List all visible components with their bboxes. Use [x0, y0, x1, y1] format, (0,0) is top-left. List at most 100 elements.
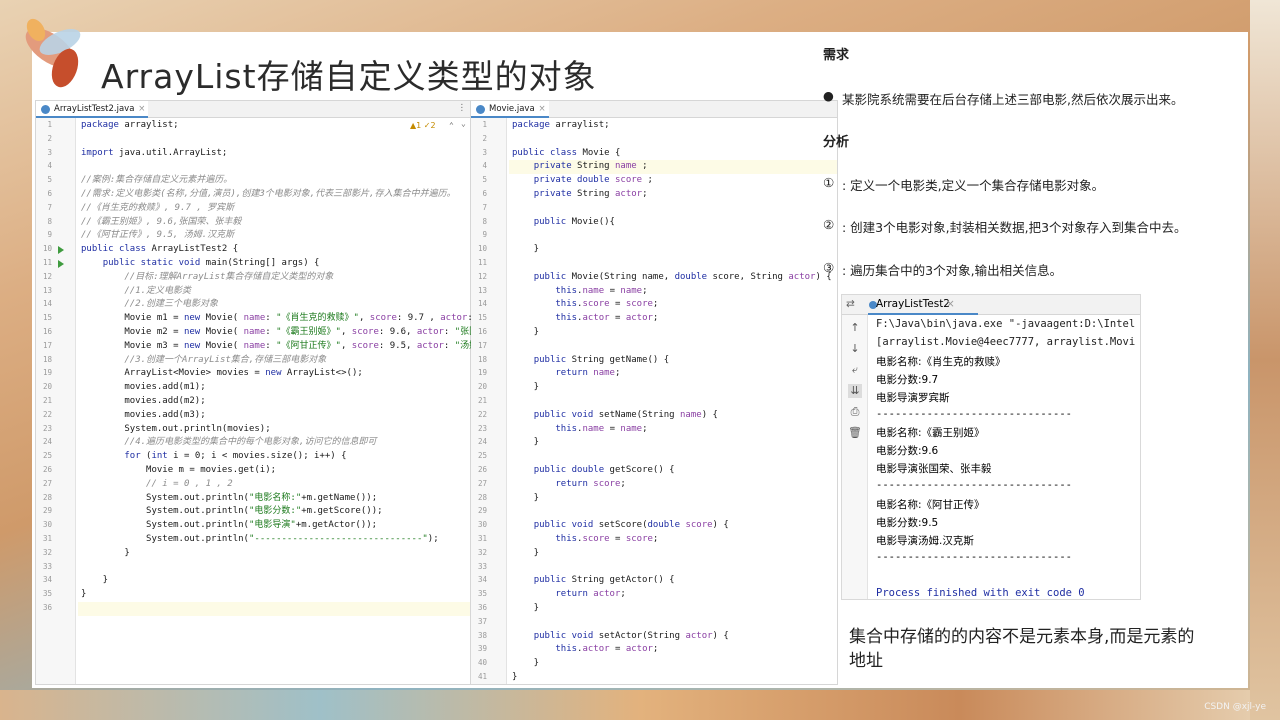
code-line[interactable]: this.score = score; — [512, 298, 658, 312]
line-number: 11 — [42, 258, 52, 267]
code-line[interactable]: package arraylist; — [81, 119, 179, 133]
run-gutter-icon[interactable] — [58, 260, 64, 268]
code-line[interactable]: //《霸王别姬》, 9.6,张国荣、张丰毅 — [81, 216, 241, 230]
code-line[interactable]: public class ArrayListTest2 { — [81, 243, 238, 257]
code-line[interactable]: movies.add(m3); — [81, 409, 205, 423]
code-line[interactable]: } — [512, 381, 539, 395]
code-line[interactable]: //4.遍历电影类型的集合中的每个电影对象,访问它的信息即可 — [81, 436, 376, 450]
code-line[interactable]: return actor; — [512, 588, 625, 602]
line-number: 31 — [477, 534, 487, 543]
chevron-up-icon[interactable]: ⌃ — [449, 121, 454, 130]
code-line[interactable]: movies.add(m2); — [81, 395, 205, 409]
code-line[interactable]: //《肖生克的救赎》, 9.7 , 罗宾斯 — [81, 202, 234, 216]
code-line[interactable]: //需求:定义电影类(名称,分值,演员),创建3个电影对象,代表三部影片,存入集… — [81, 188, 456, 202]
code-line[interactable]: } — [512, 326, 539, 340]
code-line[interactable]: ArrayList<Movie> movies = new ArrayList<… — [81, 367, 362, 381]
code-line[interactable]: } — [512, 243, 539, 257]
line-number: 21 — [477, 396, 487, 405]
code-line[interactable]: private String name ; — [512, 160, 648, 174]
code-line[interactable]: package arraylist; — [512, 119, 610, 133]
step-1-text: : 定义一个电影类,定义一个集合存储电影对象。 — [842, 178, 1105, 193]
code-line[interactable]: } — [81, 574, 108, 588]
code-line[interactable]: // i = 0 , 1 , 2 — [81, 478, 233, 492]
line-number: 12 — [42, 271, 52, 281]
code-line[interactable]: } — [512, 436, 539, 450]
arrow-down-icon[interactable]: ↓ — [848, 342, 862, 356]
trash-icon[interactable]: 🗑 — [848, 426, 862, 440]
scroll-to-end-icon[interactable]: ⇊ — [848, 384, 862, 398]
code-line[interactable]: System.out.println("--------------------… — [81, 533, 439, 547]
line-number: 28 — [477, 492, 487, 502]
inspection-warnings[interactable]: ▲1 ✓2 — [410, 121, 436, 130]
console-line: 电影名称:《肖生克的救赎》 — [876, 355, 1006, 368]
line-number: 22 — [477, 409, 487, 419]
console-tab-label[interactable]: ArrayListTest2 — [876, 298, 950, 310]
code-line[interactable]: System.out.println("电影名称:"+m.getName()); — [81, 492, 377, 506]
code-line[interactable]: import java.util.ArrayList; — [81, 147, 227, 161]
close-tab-icon[interactable]: × — [539, 101, 546, 117]
code-line[interactable]: this.name = name; — [512, 285, 647, 299]
code-line[interactable]: //目标:理解ArrayList集合存储自定义类型的对象 — [81, 271, 333, 285]
code-line[interactable]: //案例:集合存储自定义元素并遍历。 — [81, 174, 232, 188]
code-line[interactable]: this.name = name; — [512, 423, 647, 437]
code-line[interactable]: public void setScore(double score) { — [512, 519, 729, 533]
code-line[interactable]: } — [512, 547, 539, 561]
code-line[interactable]: this.actor = actor; — [512, 643, 658, 657]
code-line[interactable]: } — [512, 602, 539, 616]
code-line[interactable]: public void setActor(String actor) { — [512, 630, 729, 644]
code-line[interactable]: //3.创建一个ArrayList集合,存储三部电影对象 — [81, 354, 326, 368]
code-line[interactable]: this.score = score; — [512, 533, 658, 547]
soft-wrap-icon[interactable]: ⤶ — [848, 363, 862, 377]
code-line[interactable]: System.out.println("电影导演"+m.getActor()); — [81, 519, 377, 533]
more-icon[interactable]: ⋮ — [458, 103, 467, 113]
slide-note: 集合中存储的的内容不是元素本身,而是元素的地址 — [849, 627, 1195, 671]
console-tab-bar: ⇄ ArrayListTest2 × — [842, 295, 1140, 315]
line-number: 13 — [477, 285, 487, 295]
code-line[interactable]: return name; — [512, 367, 620, 381]
code-line[interactable]: public double getScore() { — [512, 464, 675, 478]
chevron-down-icon[interactable]: ⌄ — [461, 119, 466, 128]
line-number: 2 — [47, 133, 52, 143]
code-line[interactable]: } — [512, 657, 539, 671]
arrow-up-icon[interactable]: ↑ — [848, 321, 862, 335]
line-number: 23 — [42, 423, 52, 433]
code-line[interactable]: } — [512, 671, 517, 685]
editor-movie[interactable]: Movie.java × 1 package arraylist; 2 3 public… — [471, 100, 838, 685]
code-line[interactable]: } — [81, 588, 86, 602]
code-line[interactable]: } — [512, 492, 539, 506]
close-tab-icon[interactable]: × — [138, 101, 145, 117]
code-line[interactable]: Movie m = movies.get(i); — [81, 464, 276, 478]
code-line[interactable]: public Movie(){ — [512, 216, 615, 230]
code-line[interactable]: return score; — [512, 478, 625, 492]
run-gutter-icon[interactable] — [58, 246, 64, 255]
code-line[interactable]: public class Movie { — [512, 147, 620, 161]
tab-arraylisttest2[interactable]: ArrayListTest2.java × — [36, 101, 149, 118]
code-line[interactable]: System.out.println("电影分数:"+m.getScore())… — [81, 505, 383, 519]
console-line: ------------------------------- — [876, 407, 1072, 420]
code-line[interactable]: private double score ; — [512, 174, 653, 188]
print-icon[interactable]: ⎙ — [848, 405, 862, 419]
line-number: 33 — [42, 561, 52, 571]
code-line[interactable]: //1.定义电影类 — [81, 285, 191, 299]
code-line[interactable]: this.actor = actor; — [512, 312, 658, 326]
code-line[interactable]: Movie m3 = new Movie( name: "《阿甘正传》", sc… — [81, 340, 527, 354]
code-line[interactable]: //《阿甘正传》, 9.5, 汤姆.汉克斯 — [81, 229, 234, 243]
code-line[interactable]: public String getActor() { — [512, 574, 675, 588]
code-line[interactable]: //2.创建三个电影对象 — [81, 298, 218, 312]
code-line[interactable]: System.out.println(movies); — [81, 423, 270, 437]
code-line[interactable]: private String actor; — [512, 188, 648, 202]
code-line[interactable]: public static void main(String[] args) { — [81, 257, 320, 271]
tab-movie[interactable]: Movie.java × — [471, 101, 549, 118]
code-line[interactable]: public String getName() { — [512, 354, 669, 368]
code-line[interactable]: } — [81, 547, 129, 561]
code-line[interactable]: public Movie(String name, double score, … — [512, 271, 832, 285]
code-line[interactable]: movies.add(m1); — [81, 381, 205, 395]
code-line[interactable]: Movie m1 = new Movie( name: "《肖生克的救赎》", … — [81, 312, 527, 326]
editor-tab-bar: ArrayListTest2.java × ⋮ — [36, 101, 470, 118]
editor-arraylisttest2[interactable]: ArrayListTest2.java × ⋮ ▲1 ✓2 ⌃ ⌄ 1 packa… — [35, 100, 539, 685]
code-line[interactable]: for (int i = 0; i < movies.size(); i++) … — [81, 450, 346, 464]
run-console[interactable]: ⇄ ArrayListTest2 × ↑ ↓ ⤶ ⇊ ⎙ 🗑 F:\Java\b… — [841, 294, 1141, 600]
close-tab-icon[interactable]: × — [946, 298, 955, 310]
code-line[interactable]: public void setName(String name) { — [512, 409, 718, 423]
current-line-highlight — [78, 602, 470, 616]
